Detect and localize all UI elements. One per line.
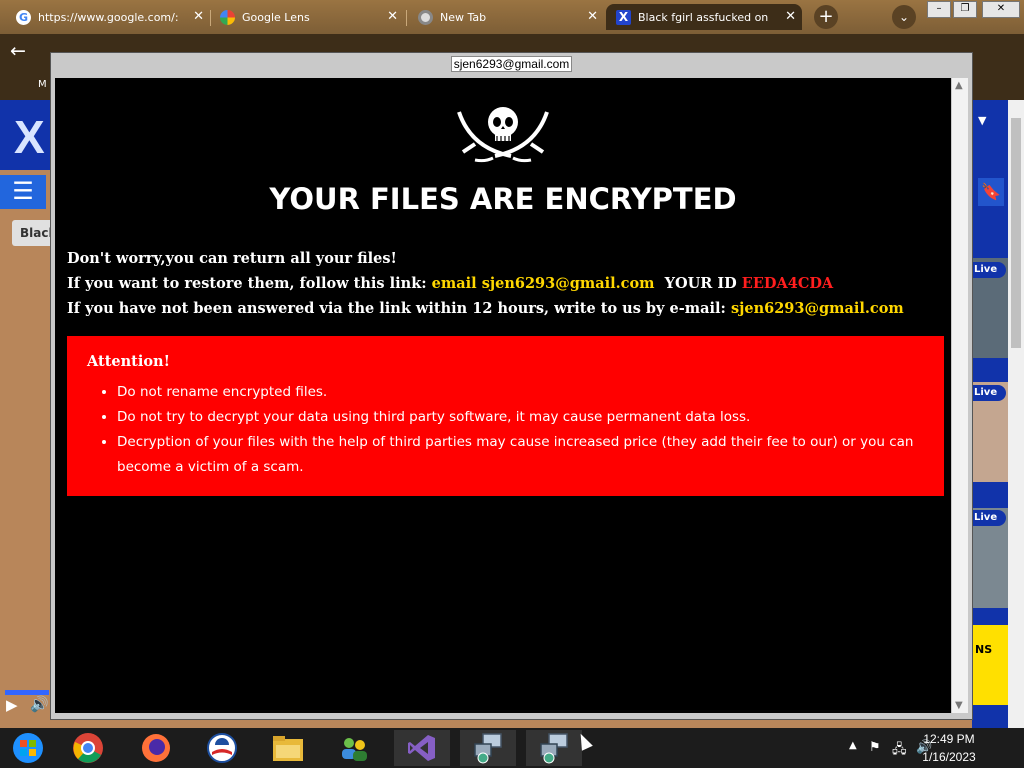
list-item: Do not try to decrypt your data using th…	[117, 405, 951, 430]
taskbar-visual-studio[interactable]	[394, 730, 450, 766]
remote-desktop-icon	[540, 733, 568, 764]
list-item: Decryption of your files with the help o…	[117, 430, 951, 480]
ransom-heading: YOUR FILES ARE ENCRYPTED	[269, 182, 737, 216]
victim-id-label: YOUR ID	[664, 275, 737, 292]
tab-google-lens[interactable]: Google Lens ✕	[220, 4, 398, 30]
google-icon: G	[16, 9, 31, 25]
play-icon[interactable]: ▶	[6, 696, 18, 714]
back-arrow-icon[interactable]: ←	[10, 40, 26, 62]
action-center-flag-icon[interactable]: ⚑	[869, 740, 881, 755]
minimize-icon[interactable]: –	[927, 1, 951, 18]
tab-bar: G https://www.google.com/: ✕ Google Lens…	[0, 0, 1024, 34]
contact-email-link[interactable]: email sjen6293@gmail.com	[432, 275, 655, 292]
victim-id-value: EEDA4CDA	[741, 275, 834, 292]
taskbar-file-explorer[interactable]	[260, 730, 316, 766]
maximize-icon[interactable]: ❐	[953, 1, 977, 18]
tab-label: New Tab	[440, 10, 487, 24]
google-lens-icon	[220, 9, 235, 25]
attention-list: Do not rename encrypted files. Do not tr…	[87, 380, 951, 480]
taskbar: ▲ ⚑ 🖧 🔊 12:49 PM 1/16/2023	[0, 728, 1024, 768]
tab-label: Black fgirl assfucked on	[638, 10, 769, 24]
taskbar-chrome[interactable]	[60, 730, 116, 766]
live-badge: Live	[972, 262, 1006, 278]
tab-google[interactable]: G https://www.google.com/: ✕	[16, 4, 204, 30]
fallback-email-link[interactable]: sjen6293@gmail.com	[731, 300, 904, 317]
restore-text: If you want to restore them, follow this…	[67, 275, 427, 292]
taskbar-remote-desktop-1[interactable]	[460, 730, 516, 766]
dialog-scrollbar[interactable]: ▲ ▼	[952, 78, 968, 713]
attention-title: Attention!	[87, 353, 170, 370]
show-hidden-icons-icon[interactable]: ▲	[849, 740, 857, 751]
remote-desktop-icon	[474, 733, 502, 764]
chrome-icon	[73, 733, 103, 763]
window-title: sjen6293@gmail.com	[450, 56, 573, 72]
close-icon[interactable]: ✕	[387, 9, 398, 24]
visual-studio-icon	[408, 735, 435, 761]
ransom-note-window: sjen6293@gmail.com YOUR FILES ARE ENCRYP…	[50, 52, 973, 720]
network-icon[interactable]: 🖧	[892, 740, 907, 762]
site-logo[interactable]: X	[14, 110, 45, 164]
tab-search-button[interactable]: ⌄	[892, 5, 916, 29]
taskbar-remote-desktop-2[interactable]	[526, 730, 582, 766]
restore-instructions: If you want to restore them, follow this…	[67, 275, 833, 292]
tab-new-tab[interactable]: New Tab ✕	[418, 4, 598, 30]
dropdown-caret-icon[interactable]: ▼	[978, 114, 986, 127]
clock-date[interactable]: 1/16/2023	[908, 750, 990, 764]
volume-icon[interactable]: 🔊	[30, 695, 49, 713]
close-icon[interactable]: ✕	[587, 9, 598, 24]
network-users-icon	[342, 738, 367, 761]
scroll-up-icon[interactable]: ▲	[955, 80, 963, 91]
new-tab-button[interactable]: +	[814, 5, 838, 29]
live-badge: Live	[972, 385, 1006, 401]
start-icon	[13, 733, 43, 763]
close-icon[interactable]: ✕	[785, 9, 796, 24]
banner-text: NS	[975, 643, 993, 656]
close-window-icon[interactable]: ✕	[982, 1, 1020, 18]
skull-crossed-swords-icon	[457, 107, 549, 163]
promo-banner[interactable]: NS	[972, 625, 1008, 705]
obama-icon	[207, 733, 237, 763]
page-scrollbar[interactable]	[1008, 100, 1024, 728]
bookmark-item[interactable]: M	[38, 79, 47, 90]
tab-x-site[interactable]: X Black fgirl assfucked on ✕	[606, 4, 802, 30]
file-explorer-icon	[273, 736, 303, 761]
start-button[interactable]	[0, 730, 56, 766]
list-item: Do not rename encrypted files.	[117, 380, 951, 405]
firefox-icon	[142, 734, 170, 762]
x-site-icon: X	[616, 9, 631, 25]
tab-label: https://www.google.com/:	[38, 10, 179, 24]
close-icon[interactable]: ✕	[193, 9, 204, 24]
window-titlebar[interactable]: sjen6293@gmail.com	[51, 53, 972, 75]
scrollbar-thumb[interactable]	[1011, 118, 1021, 348]
taskbar-obama[interactable]	[194, 730, 250, 766]
chrome-icon	[418, 9, 433, 25]
ransom-content: YOUR FILES ARE ENCRYPTED Don't worry,you…	[55, 78, 951, 713]
scroll-down-icon[interactable]: ▼	[955, 700, 963, 711]
live-badge: Live	[972, 510, 1006, 526]
fallback-instructions: If you have not been answered via the li…	[67, 300, 904, 317]
taskbar-network-users[interactable]	[326, 730, 382, 766]
hamburger-menu-icon[interactable]: ☰	[0, 175, 46, 209]
tab-label: Google Lens	[242, 10, 310, 24]
reassurance-text: Don't worry,you can return all your file…	[67, 250, 397, 267]
attention-box: Attention! Do not rename encrypted files…	[67, 336, 944, 496]
taskbar-firefox[interactable]	[128, 730, 184, 766]
fallback-text: If you have not been answered via the li…	[67, 300, 726, 317]
clock-time[interactable]: 12:49 PM	[908, 732, 990, 746]
bookmark-icon[interactable]: 🔖	[978, 178, 1004, 206]
